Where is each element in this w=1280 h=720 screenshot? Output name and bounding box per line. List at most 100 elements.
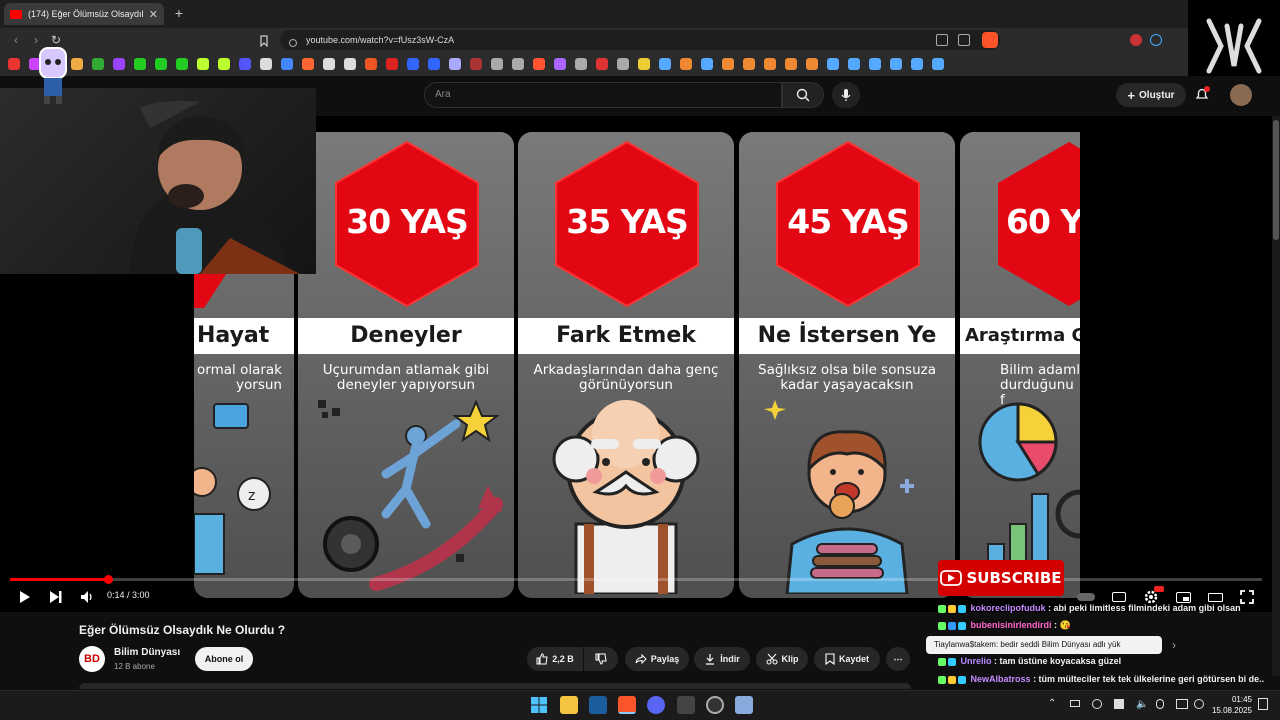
- bookmark-icon[interactable]: [911, 58, 923, 70]
- notification-center-icon[interactable]: [1258, 698, 1268, 710]
- channel-avatar[interactable]: BD: [79, 646, 105, 672]
- more-actions-button[interactable]: ⋯: [886, 647, 910, 671]
- tray-app-icon[interactable]: [1114, 699, 1124, 709]
- bookmark-icon[interactable]: [323, 58, 335, 70]
- volume-tray-icon[interactable]: [1194, 699, 1204, 709]
- brave-browser-icon[interactable]: [618, 696, 636, 714]
- bookmark-icon[interactable]: [575, 58, 587, 70]
- voice-search-button[interactable]: [832, 82, 860, 108]
- bookmark-icon[interactable]: [722, 58, 734, 70]
- speaker-icon[interactable]: 🔈: [1136, 699, 1148, 710]
- bookmark-icon[interactable]: [470, 58, 482, 70]
- discord-icon[interactable]: [647, 696, 665, 714]
- system-clock[interactable]: 01:45 15.08.2025: [1208, 694, 1252, 716]
- dislike-button[interactable]: [584, 647, 618, 671]
- fullscreen-button[interactable]: [1238, 588, 1256, 606]
- file-explorer-icon[interactable]: [560, 696, 578, 714]
- app-icon[interactable]: [735, 696, 753, 714]
- search-input[interactable]: Ara: [424, 82, 782, 108]
- chevron-right-icon[interactable]: ›: [1172, 638, 1176, 652]
- bookmark-icon[interactable]: [890, 58, 902, 70]
- bookmark-icon[interactable]: [155, 58, 167, 70]
- progress-scrubber[interactable]: [103, 575, 113, 584]
- network-icon[interactable]: [1176, 699, 1188, 709]
- battery-icon[interactable]: [1070, 700, 1080, 707]
- tab-close-icon[interactable]: ✕: [149, 8, 158, 21]
- bookmark-icon[interactable]: [617, 58, 629, 70]
- bookmark-icon[interactable]: [428, 58, 440, 70]
- bookmark-icon[interactable]: [764, 58, 776, 70]
- bookmark-icon[interactable]: [554, 58, 566, 70]
- bookmark-icon[interactable]: [197, 58, 209, 70]
- create-button[interactable]: + Oluştur: [1116, 83, 1186, 107]
- bookmark-icon[interactable]: [806, 58, 818, 70]
- bookmark-icon[interactable]: [218, 58, 230, 70]
- next-button[interactable]: [47, 588, 65, 606]
- subscribe-button[interactable]: Abone ol: [195, 647, 253, 671]
- account-avatar[interactable]: [1230, 84, 1252, 106]
- bookmark-icon[interactable]: [365, 58, 377, 70]
- tray-app-icon[interactable]: [1092, 699, 1102, 709]
- bookmark-icon[interactable]: [743, 58, 755, 70]
- start-button[interactable]: [530, 696, 548, 714]
- share-page-icon[interactable]: [958, 34, 970, 46]
- search-button[interactable]: [782, 82, 824, 108]
- bookmark-icon[interactable]: [113, 58, 125, 70]
- bookmark-icon[interactable]: [71, 58, 83, 70]
- brave-shield-icon[interactable]: [982, 32, 998, 48]
- site-info-icon[interactable]: [288, 35, 298, 47]
- bookmark-icon[interactable]: [281, 58, 293, 70]
- bookmark-icon[interactable]: [491, 58, 503, 70]
- bookmark-star-icon[interactable]: [258, 34, 270, 48]
- bookmark-icon[interactable]: [596, 58, 608, 70]
- progress-bar[interactable]: [10, 578, 1262, 581]
- bookmark-icon[interactable]: [176, 58, 188, 70]
- browser-tab[interactable]: (174) Eğer Ölümsüz Olsaydık Ne ✕: [4, 3, 164, 25]
- bookmark-icon[interactable]: [449, 58, 461, 70]
- bookmark-icon[interactable]: [638, 58, 650, 70]
- bookmark-icon[interactable]: [386, 58, 398, 70]
- download-button[interactable]: İndir: [694, 647, 750, 671]
- bookmark-icon[interactable]: [701, 58, 713, 70]
- chevron-up-icon[interactable]: ⌃: [1048, 698, 1056, 709]
- address-bar[interactable]: youtube.com/watch?v=fUsz3sW-CzA: [280, 30, 1000, 50]
- description-box[interactable]: [79, 683, 911, 689]
- bookmark-icon[interactable]: [785, 58, 797, 70]
- play-button[interactable]: [16, 588, 34, 606]
- save-button[interactable]: Kaydet: [814, 647, 880, 671]
- bookmark-icon[interactable]: [533, 58, 545, 70]
- extension-icon[interactable]: [1130, 34, 1142, 46]
- bookmark-icon[interactable]: [512, 58, 524, 70]
- bookmark-icon[interactable]: [239, 58, 251, 70]
- bookmark-icon[interactable]: [134, 58, 146, 70]
- clip-button[interactable]: Klip: [756, 647, 808, 671]
- back-icon[interactable]: ‹: [8, 32, 24, 48]
- cast-icon[interactable]: [936, 34, 948, 46]
- extension-icon[interactable]: [1150, 34, 1162, 46]
- like-button[interactable]: 2,2 B: [527, 647, 583, 671]
- channel-name[interactable]: Bilim Dünyası: [114, 647, 180, 658]
- bookmark-icon[interactable]: [932, 58, 944, 70]
- bookmark-icon[interactable]: [869, 58, 881, 70]
- chat-text: : abi peki limitless filmindeki adam gib…: [1048, 603, 1241, 613]
- share-button[interactable]: Paylaş: [625, 647, 689, 671]
- bookmark-icon[interactable]: [827, 58, 839, 70]
- bookmark-icon[interactable]: [260, 58, 272, 70]
- bookmark-icon[interactable]: [680, 58, 692, 70]
- notifications-bell-icon[interactable]: [1194, 86, 1210, 102]
- bookmark-icon[interactable]: [848, 58, 860, 70]
- bookmark-icon[interactable]: [8, 58, 20, 70]
- bookmark-icon[interactable]: [659, 58, 671, 70]
- bookmark-icon[interactable]: [344, 58, 356, 70]
- scrollbar-thumb[interactable]: [1273, 120, 1279, 240]
- steam-icon[interactable]: [589, 696, 607, 714]
- bookmark-icon[interactable]: [407, 58, 419, 70]
- bookmark-icon[interactable]: [92, 58, 104, 70]
- obs-icon[interactable]: [706, 696, 724, 714]
- app-icon[interactable]: [677, 696, 695, 714]
- bookmark-icon[interactable]: [302, 58, 314, 70]
- new-tab-button[interactable]: +: [170, 4, 188, 22]
- volume-button[interactable]: [78, 588, 96, 606]
- mic-icon[interactable]: [1156, 699, 1164, 709]
- card-title: Araştırma G: [960, 318, 1080, 354]
